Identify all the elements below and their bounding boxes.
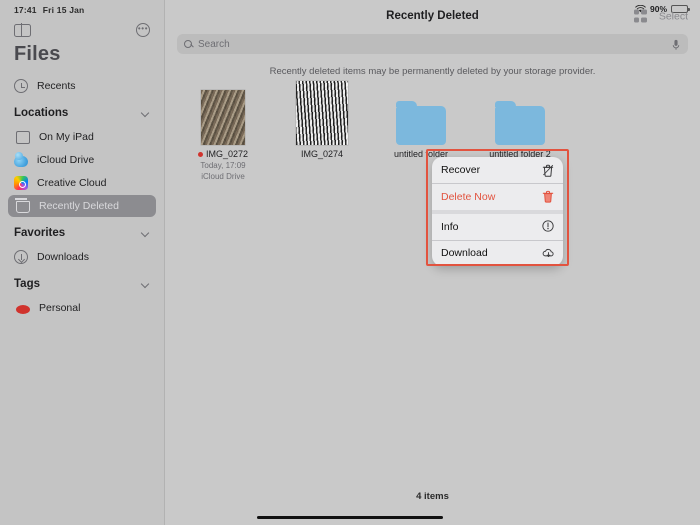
context-menu-label: Download [441, 247, 488, 259]
sidebar-toggle-icon[interactable] [14, 23, 31, 37]
sidebar-section-locations[interactable]: Locations [0, 98, 164, 125]
sidebar-item-recently-deleted[interactable]: Recently Deleted [8, 195, 156, 217]
toolbar: Recently Deleted Select [165, 0, 700, 32]
restore-trash-icon [542, 164, 554, 177]
microphone-icon[interactable] [671, 38, 681, 50]
red-dot-icon [16, 304, 30, 314]
grid-view-icon[interactable] [633, 9, 647, 23]
chevron-down-icon[interactable] [142, 109, 150, 117]
sidebar-item-label: Personal [39, 302, 81, 314]
sidebar-section-title: Tags [14, 278, 40, 290]
icloud-icon [14, 152, 28, 167]
thumbnail-wrap [385, 85, 457, 145]
file-date: Today, 17:09 [200, 161, 246, 170]
sidebar-section-favorites[interactable]: Favorites [0, 218, 164, 245]
context-menu-label: Delete Now [441, 190, 496, 203]
sidebar-section-tags[interactable]: Tags [0, 269, 164, 296]
status-bar-left: 17:41 Fri 15 Jan [0, 0, 164, 15]
search-input[interactable]: Search [198, 39, 666, 50]
sidebar-item-personal-tag[interactable]: Personal [8, 297, 156, 319]
sidebar-item-label: Downloads [37, 251, 89, 263]
context-menu-item-download[interactable]: Download [432, 240, 563, 266]
main-content: 90% Recently Deleted Select Search Recen… [165, 0, 700, 525]
sidebar-item-creative-cloud[interactable]: Creative Cloud [8, 172, 156, 194]
context-menu-item-info[interactable]: Info [432, 214, 563, 240]
page-title: Files [14, 43, 61, 65]
file-item[interactable]: IMG_0272 Today, 17:09 iCloud Drive [187, 85, 259, 181]
sidebar-item-label: Creative Cloud [37, 177, 107, 189]
context-menu-item-delete-now[interactable]: Delete Now [432, 184, 563, 210]
deletion-notice: Recently deleted items may be permanentl… [269, 66, 596, 77]
unread-dot-icon [197, 152, 203, 158]
thumbnail-wrap [187, 85, 259, 145]
select-button[interactable]: Select [659, 10, 688, 22]
status-time: 17:41 [14, 5, 37, 15]
search-bar[interactable]: Search [177, 34, 688, 54]
file-item[interactable]: IMG_0274 [286, 81, 358, 181]
download-circle-icon [14, 250, 28, 264]
sidebar-top-row: ••• [0, 15, 164, 37]
bottom-bar: 4 items [165, 487, 700, 525]
creative-cloud-icon [14, 176, 28, 190]
ipad-icon [16, 130, 30, 144]
cloud-download-icon [542, 247, 554, 260]
folder-icon[interactable] [495, 101, 545, 145]
sidebar-item-on-my-ipad[interactable]: On My iPad [8, 126, 156, 148]
status-date: Fri 15 Jan [42, 5, 85, 15]
chevron-down-icon[interactable] [142, 229, 150, 237]
thumbnail-wrap [286, 81, 358, 145]
photo-thumbnail[interactable] [201, 90, 245, 145]
context-menu-label: Info [441, 220, 459, 233]
sidebar-item-recents[interactable]: Recents [8, 75, 156, 97]
sidebar-item-downloads[interactable]: Downloads [8, 246, 156, 268]
toolbar-actions: Select [633, 9, 688, 23]
sidebar-section-title: Favorites [14, 227, 66, 239]
file-location: iCloud Drive [201, 172, 245, 181]
chevron-down-icon[interactable] [142, 280, 150, 288]
ipad-files-app-screen: 17:41 Fri 15 Jan ••• Files Recents Locat… [0, 0, 700, 525]
clock-icon [14, 79, 28, 93]
search-icon [184, 39, 193, 49]
thumbnail-wrap [484, 85, 556, 145]
file-name: IMG_0272 [187, 149, 259, 159]
sidebar-item-label: Recently Deleted [39, 200, 119, 212]
more-options-icon[interactable]: ••• [136, 23, 150, 37]
info-circle-icon [542, 220, 554, 233]
folder-icon[interactable] [396, 101, 446, 145]
sidebar-item-label: iCloud Drive [37, 154, 95, 166]
trash-icon [542, 190, 554, 203]
home-indicator[interactable] [257, 515, 443, 519]
sidebar: 17:41 Fri 15 Jan ••• Files Recents Locat… [0, 0, 165, 525]
context-menu-item-recover[interactable]: Recover [432, 157, 563, 183]
item-count-label: 4 items [416, 491, 449, 502]
sidebar-item-label: Recents [37, 80, 76, 92]
context-menu-label: Recover [441, 164, 481, 176]
photo-thumbnail[interactable] [296, 81, 348, 145]
sidebar-section-title: Locations [14, 107, 69, 119]
context-menu: Recover Delete Now Info Download [432, 157, 563, 266]
sidebar-item-label: On My iPad [39, 131, 94, 143]
trash-icon [14, 198, 30, 213]
file-name: IMG_0274 [300, 149, 344, 159]
sidebar-item-icloud-drive[interactable]: iCloud Drive [8, 149, 156, 171]
toolbar-title: Recently Deleted [386, 10, 479, 22]
